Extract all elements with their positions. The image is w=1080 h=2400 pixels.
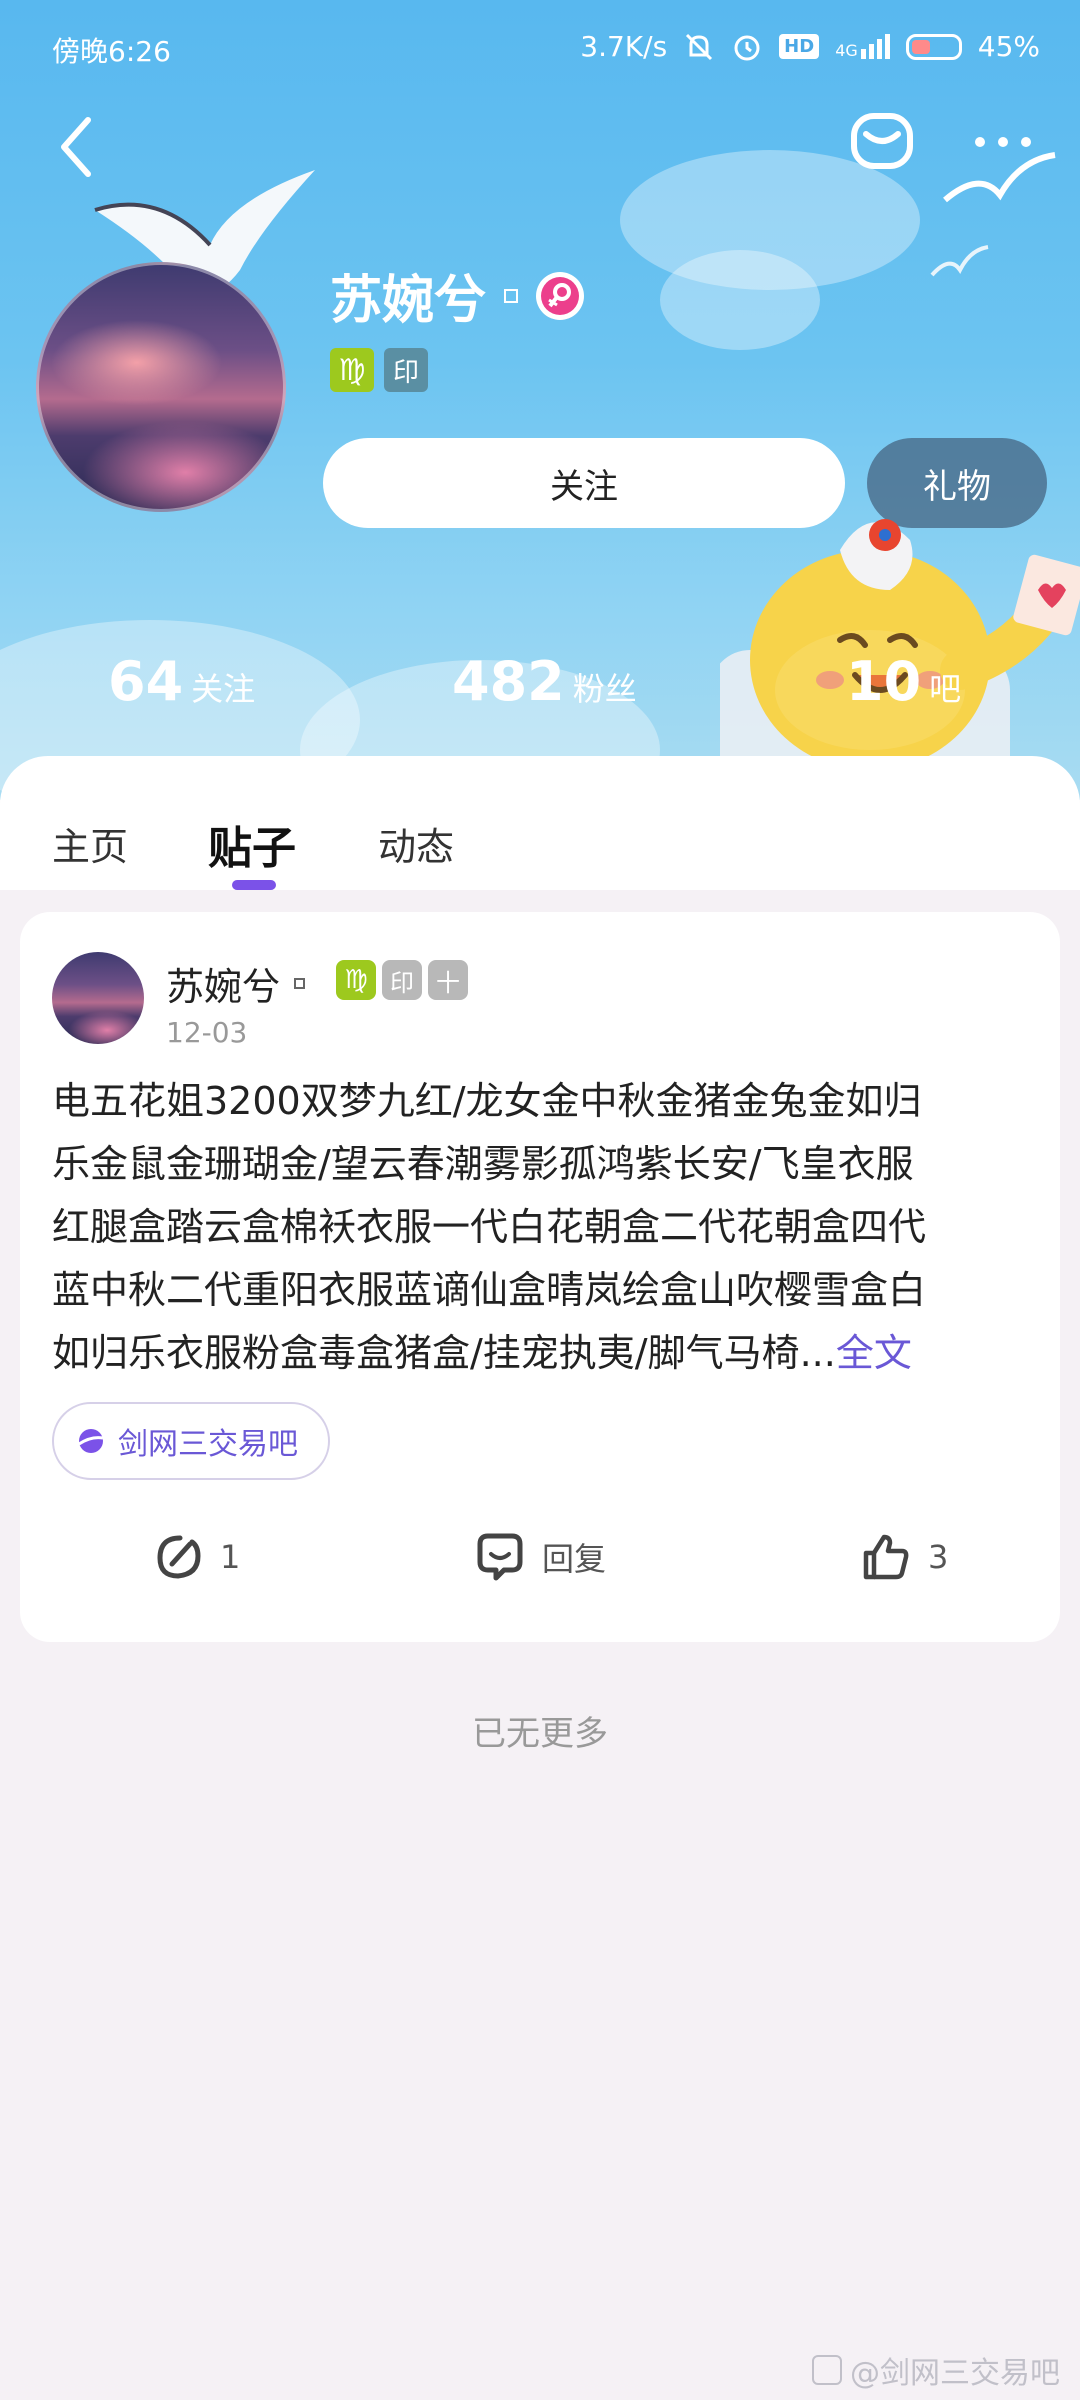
cloud-decoration [660, 250, 820, 350]
reply-action[interactable]: 回复 [474, 1512, 606, 1602]
like-action[interactable]: 3 [860, 1512, 948, 1602]
post-line-last: 如归乐衣服粉盒毒盒猪盒/挂宠执夷/脚气马椅...全文 [52, 1322, 1042, 1385]
stat-fans[interactable]: 482 粉丝 [452, 650, 637, 713]
profile-tabs: 主页 贴子 动态 [0, 756, 1080, 890]
no-more-text: 已无更多 [472, 1714, 608, 1754]
profile-stats: 64 关注 482 粉丝 10 吧 [0, 640, 1080, 720]
watermark-logo-icon [812, 2355, 842, 2385]
post-author-avatar[interactable] [52, 952, 144, 1044]
tab-posts[interactable]: 贴子 [208, 812, 296, 876]
forum-chip[interactable]: 剑网三交易吧 [52, 1402, 330, 1480]
share-icon [157, 1535, 201, 1579]
female-icon [536, 271, 585, 320]
reply-label: 回复 [542, 1540, 607, 1578]
virgo-icon: ♍ [336, 960, 376, 1000]
alarm-icon [734, 35, 760, 60]
signal-icon: 4G [835, 34, 890, 59]
post-content[interactable]: 电五花姐3200双梦九红/龙女金中秋金猪金兔金如归 乐金鼠金珊瑚金/望云春潮雾影… [52, 1070, 1042, 1385]
hd-badge: HD [779, 34, 820, 59]
tab-home[interactable]: 主页 [52, 816, 128, 871]
battery-level: 45% [977, 30, 1040, 63]
post-date: 12-03 [166, 1016, 248, 1049]
post-actions: 1 回复 3 [20, 1512, 1060, 1602]
status-bar: 傍晚6:26 3.7K/s HD 4G 45% [0, 0, 1080, 100]
post-author-row: 苏婉兮 [166, 956, 306, 1011]
post-author-name[interactable]: 苏婉兮 [166, 956, 280, 1011]
profile-tags: ♍ 印 [330, 348, 428, 392]
virgo-icon: ♍ [330, 348, 374, 392]
watermark-text: @剑网三交易吧 [850, 2356, 1060, 2391]
bars-count: 10 [846, 650, 922, 713]
watermark: @剑网三交易吧 [812, 2348, 1060, 2392]
seagull-decoration [930, 245, 989, 277]
battery-icon [905, 33, 962, 60]
post-author-tags: ♍ 印 十 [336, 960, 468, 1000]
profile-avatar[interactable] [36, 262, 286, 512]
profile-name-row: 苏婉兮 [330, 258, 585, 333]
tab-activity[interactable]: 动态 [378, 816, 454, 871]
status-time: 傍晚6:26 [52, 35, 171, 68]
profile-name: 苏婉兮 [330, 271, 487, 331]
name-decoration-icon [504, 288, 519, 303]
following-count: 64 [108, 650, 184, 713]
badge-tag: 十 [428, 960, 468, 1000]
seal-tag: 印 [382, 960, 422, 1000]
post-card[interactable]: 苏婉兮 ♍ 印 十 12-03 电五花姐3200双梦九红/龙女金中秋金猪金兔金如… [20, 912, 1060, 1642]
status-indicators: 3.7K/s HD 4G 45% [580, 30, 1040, 63]
seal-tag: 印 [384, 348, 428, 392]
post-line: 乐金鼠金珊瑚金/望云春潮雾影孤鸿紫长安/飞皇衣服 [52, 1142, 914, 1186]
share-count: 1 [220, 1538, 241, 1576]
following-label: 关注 [191, 670, 256, 708]
fans-label: 粉丝 [572, 670, 637, 708]
network-speed: 3.7K/s [580, 30, 668, 63]
tab-active-indicator [232, 880, 276, 890]
share-action[interactable]: 1 [154, 1512, 240, 1602]
mail-icon[interactable] [850, 112, 914, 170]
profile-banner: 傍晚6:26 3.7K/s HD 4G 45% 苏婉兮 ♍ 印 关注 礼物 64… [0, 0, 1080, 800]
forum-name: 剑网三交易吧 [118, 1427, 298, 1462]
reply-icon [477, 1533, 523, 1581]
post-line: 蓝中秋二代重阳衣服蓝谪仙盒晴岚绘盒山吹樱雪盒白 [52, 1268, 927, 1312]
post-line: 如归乐衣服粉盒毒盒猪盒/挂宠执夷/脚气马椅... [52, 1331, 836, 1375]
stat-bars[interactable]: 10 吧 [846, 650, 961, 713]
stat-following[interactable]: 64 关注 [108, 650, 255, 713]
like-count: 3 [928, 1538, 949, 1576]
post-line: 电五花姐3200双梦九红/龙女金中秋金猪金兔金如归 [52, 1079, 922, 1123]
back-icon[interactable] [52, 112, 102, 182]
bars-label: 吧 [929, 670, 962, 708]
planet-icon [78, 1429, 104, 1453]
fans-count: 482 [452, 650, 565, 713]
thumbs-up-icon [863, 1534, 909, 1580]
post-line: 红腿盒踏云盒棉袄衣服一代白花朝盒二代花朝盒四代 [52, 1205, 927, 1249]
name-decoration-icon [294, 978, 306, 989]
read-full-link[interactable]: 全文 [836, 1331, 912, 1375]
signal-type: 4G [835, 41, 858, 60]
more-icon[interactable] [968, 122, 1038, 162]
mute-bell-icon [686, 33, 713, 60]
